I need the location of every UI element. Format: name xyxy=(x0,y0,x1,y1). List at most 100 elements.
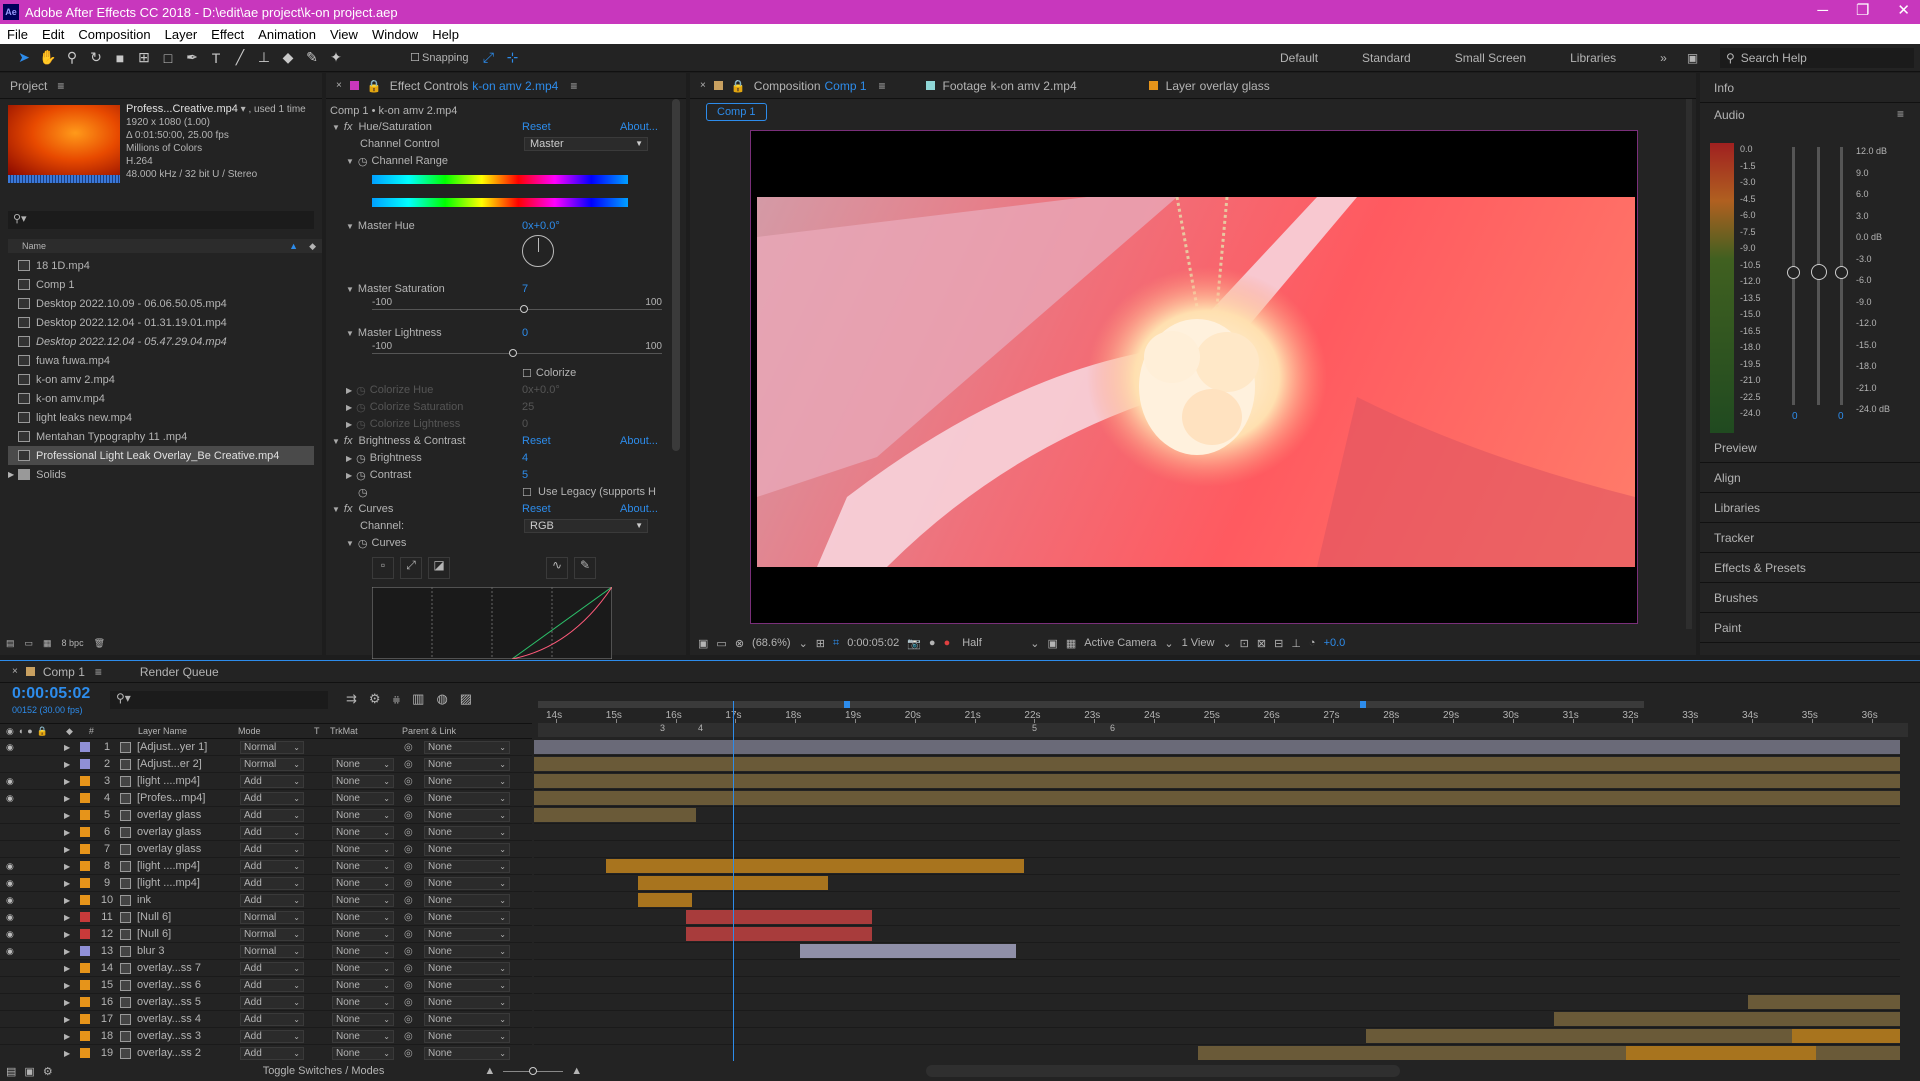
panel-menu-icon[interactable]: ≡ xyxy=(95,665,102,679)
snap-features-icon[interactable]: ⊹ xyxy=(501,47,525,69)
zoom-in-icon[interactable]: ▲ xyxy=(571,1065,582,1077)
marker[interactable]: 4 xyxy=(698,723,703,733)
fx-icon[interactable]: fx xyxy=(344,435,353,447)
fit-icon[interactable]: ⊞ xyxy=(816,637,825,650)
lock-icon[interactable]: 🔒 xyxy=(731,79,746,93)
effect-controls-tab[interactable]: Effect Controls xyxy=(390,79,468,93)
layer-tab-name[interactable]: overlay glass xyxy=(1200,79,1270,93)
layer-track[interactable] xyxy=(534,977,1900,994)
trkmat-dropdown[interactable]: None ⌄ xyxy=(332,978,394,992)
layer-track[interactable] xyxy=(534,858,1900,875)
saturation-slider[interactable] xyxy=(372,309,662,310)
motion-blur-icon[interactable]: ◍ xyxy=(436,691,447,707)
layer-label-color[interactable] xyxy=(80,946,90,956)
layer-row[interactable]: ◉ ▶ 11 [Null 6] Normal ⌄ None ⌄ ◎ None ⌄ xyxy=(0,909,532,926)
pick-whip-icon[interactable]: ◎ xyxy=(404,912,413,923)
layer-mode-dropdown[interactable]: Add ⌄ xyxy=(240,995,304,1009)
effect-controls-scrollbar[interactable] xyxy=(672,99,680,451)
hand-tool-icon[interactable]: ✋ xyxy=(36,47,60,69)
layer-mode-dropdown[interactable]: Add ⌄ xyxy=(240,978,304,992)
trkmat-dropdown[interactable]: None ⌄ xyxy=(332,995,394,1009)
panel-menu-icon[interactable]: ≡ xyxy=(570,79,577,93)
trash-icon[interactable]: 🗑 xyxy=(94,638,105,649)
parent-dropdown[interactable]: None ⌄ xyxy=(424,978,510,992)
parent-dropdown[interactable]: None ⌄ xyxy=(424,995,510,1009)
chevron-right-icon[interactable]: ▶ xyxy=(64,947,70,956)
chevron-right-icon[interactable]: ▶ xyxy=(64,913,70,922)
audio-left-value[interactable]: 0 xyxy=(1792,411,1798,422)
work-area-start[interactable] xyxy=(844,701,850,708)
audio-toggle-icon[interactable]: ◖ xyxy=(18,726,23,736)
layer-mode-dropdown[interactable]: Add ⌄ xyxy=(240,791,304,805)
chevron-right-icon[interactable]: ▶ xyxy=(346,471,352,480)
layer-name[interactable]: [Null 6] xyxy=(137,928,221,940)
layer-name[interactable]: overlay...ss 4 xyxy=(137,1013,221,1025)
audio-right-value[interactable]: 0 xyxy=(1838,411,1844,422)
chevron-right-icon[interactable]: ▶ xyxy=(64,964,70,973)
trkmat-dropdown[interactable]: None ⌄ xyxy=(332,944,394,958)
layer-label-color[interactable] xyxy=(80,1048,90,1058)
layer-name[interactable]: overlay...ss 2 xyxy=(137,1047,221,1059)
time-ruler[interactable]: 14s15s16s17s18s19s20s21s22s23s24s25s26s2… xyxy=(538,701,1908,723)
parent-dropdown[interactable]: None ⌄ xyxy=(424,757,510,771)
current-time-indicator[interactable] xyxy=(733,701,734,1061)
paint-panel-header[interactable]: Paint xyxy=(1700,613,1920,643)
list-item[interactable]: ▶ Solids xyxy=(8,465,314,484)
layer-name[interactable]: overlay...ss 5 xyxy=(137,996,221,1008)
layer-mode-dropdown[interactable]: Add ⌄ xyxy=(240,1012,304,1026)
close-tab-icon[interactable]: × xyxy=(700,80,706,91)
layer-mode-dropdown[interactable]: Add ⌄ xyxy=(240,1029,304,1043)
layer-duration-bar[interactable] xyxy=(800,944,1016,958)
column-name[interactable]: Name xyxy=(22,241,46,251)
chevron-right-icon[interactable]: ▶ xyxy=(64,896,70,905)
pan-behind-tool-icon[interactable]: ⊞ xyxy=(132,47,156,69)
menu-view[interactable]: View xyxy=(323,27,365,42)
camera-dropdown[interactable]: Active Camera xyxy=(1084,637,1156,649)
layer-track[interactable] xyxy=(534,824,1900,841)
layer-name[interactable]: [Profes...mp4] xyxy=(137,792,221,804)
rotate-tool-icon[interactable]: ↻ xyxy=(84,47,108,69)
chevron-down-icon[interactable]: ⌄ xyxy=(799,637,808,650)
label-icon[interactable]: ◆ xyxy=(309,239,316,253)
align-panel-header[interactable]: Align xyxy=(1700,463,1920,493)
audio-panel-header[interactable]: Audio xyxy=(1700,103,1920,127)
layer-track[interactable] xyxy=(534,892,1900,909)
column-layer-name[interactable]: Layer Name xyxy=(138,726,187,736)
pick-whip-icon[interactable]: ◎ xyxy=(404,946,413,957)
layer-duration-bar[interactable] xyxy=(1626,1046,1816,1060)
layer-row[interactable]: ◉ ▶ 9 [light ....mp4] Add ⌄ None ⌄ ◎ None ⌄ xyxy=(0,875,532,892)
layer-name[interactable]: [light ....mp4] xyxy=(137,860,221,872)
chevron-right-icon[interactable]: ▶ xyxy=(346,454,352,463)
legacy-checkbox[interactable]: ☐ xyxy=(522,486,532,499)
region-of-interest-icon[interactable]: ▣ xyxy=(1047,637,1057,650)
trkmat-dropdown[interactable]: None ⌄ xyxy=(332,1012,394,1026)
column-parent[interactable]: Parent & Link xyxy=(402,726,456,736)
trkmat-dropdown[interactable]: None ⌄ xyxy=(332,859,394,873)
curves-size-large-icon[interactable]: ◪ xyxy=(428,557,450,579)
menu-layer[interactable]: Layer xyxy=(158,27,205,42)
layer-row[interactable]: ◉ ▶ 1 [Adjust...yer 1] Normal ⌄ ◎ None ⌄ xyxy=(0,739,532,756)
marker[interactable]: 6 xyxy=(1110,723,1115,733)
column-t[interactable]: T xyxy=(314,726,320,736)
puppet-tool-icon[interactable]: ✦ xyxy=(324,47,348,69)
workspace-standard[interactable]: Standard xyxy=(1362,51,1411,65)
show-snapshot-icon[interactable]: ● xyxy=(929,637,936,649)
layer-row[interactable]: ▶ 14 overlay...ss 7 Add ⌄ None ⌄ ◎ None ⌄ xyxy=(0,960,532,977)
layer-mode-dropdown[interactable]: Add ⌄ xyxy=(240,774,304,788)
layer-duration-bar[interactable] xyxy=(1792,1029,1900,1043)
fx-icon[interactable]: fx xyxy=(344,121,353,133)
layer-name[interactable]: overlay glass xyxy=(137,809,221,821)
pick-whip-icon[interactable]: ◎ xyxy=(404,980,413,991)
master-hue-dial[interactable] xyxy=(522,235,554,267)
frame-blending-icon[interactable]: ▥ xyxy=(412,691,424,707)
menu-animation[interactable]: Animation xyxy=(251,27,323,42)
layer-mode-dropdown[interactable]: Add ⌄ xyxy=(240,825,304,839)
layer-mode-dropdown[interactable]: Normal ⌄ xyxy=(240,944,304,958)
chevron-right-icon[interactable]: ▶ xyxy=(64,981,70,990)
layer-track[interactable] xyxy=(534,875,1900,892)
layer-track[interactable] xyxy=(534,773,1900,790)
pick-whip-icon[interactable]: ◎ xyxy=(404,997,413,1008)
timeline-icon[interactable]: ⊟ xyxy=(1274,637,1283,650)
layer-switches-icon[interactable]: ▤ xyxy=(6,1065,16,1078)
new-folder-icon[interactable]: ▭ xyxy=(25,638,34,649)
